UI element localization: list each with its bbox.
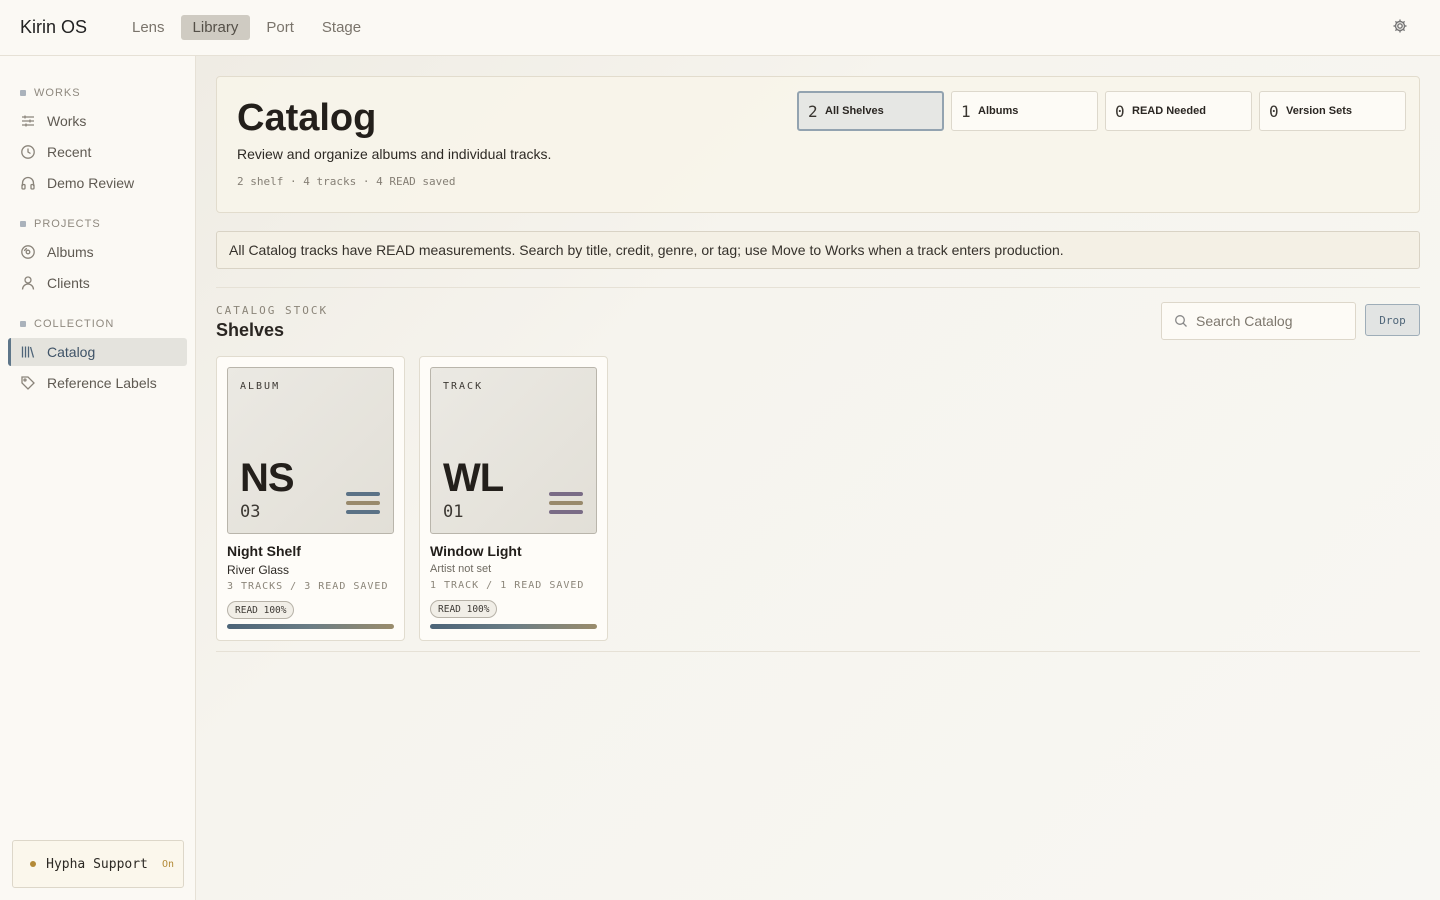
card-artist: Artist not set [430,563,492,575]
card-initials: WL [443,456,504,500]
tab-library[interactable]: Library [180,15,251,40]
support-label: Hypha Support [46,856,148,872]
user-icon [20,275,36,291]
top-nav: Lens Library Port Stage [120,15,373,40]
section-projects: PROJECTS [20,218,101,230]
stat-filters: 2 All Shelves 1 Albums 0 READ Needed 0 V… [797,91,1406,131]
sliders-icon [20,113,36,129]
card-initials: NS [240,456,295,500]
shelf-card-window-light[interactable]: TRACK WL 01 Window Light Artist not set … [419,356,608,641]
info-notice: All Catalog tracks have READ measurement… [216,231,1420,269]
card-index: 03 [240,502,261,522]
search-icon [1174,314,1188,328]
tag-icon [20,375,36,391]
app-title: Kirin OS [20,17,88,37]
filter-albums[interactable]: 1 Albums [951,91,1098,131]
main-content: Catalog Review and organize albums and i… [196,56,1440,900]
card-title: Window Light [430,543,522,559]
sidebar-item-label: Recent [47,144,92,160]
section-dot [20,90,26,96]
catalog-summary: 2 shelf · 4 tracks · 4 READ saved [237,175,456,188]
tab-stage[interactable]: Stage [310,15,373,40]
tab-port[interactable]: Port [254,15,306,40]
gear-icon[interactable] [1392,18,1408,34]
card-kind: TRACK [443,381,484,392]
tab-lens[interactable]: Lens [120,15,177,40]
search-box[interactable] [1161,302,1356,340]
stat-label: READ Needed [1132,105,1206,117]
search-input[interactable] [1196,313,1346,329]
section-eyebrow: CATALOG STOCK [216,304,329,317]
section-title: COLLECTION [34,318,115,330]
catalog-header: Catalog Review and organize albums and i… [216,76,1420,213]
status-dot [30,861,36,867]
sidebar-item-label: Demo Review [47,175,135,191]
bars-icon [549,492,583,519]
sidebar-item-label: Works [47,113,87,129]
sidebar-item-demo-review[interactable]: Demo Review [8,169,187,197]
sidebar-item-label: Reference Labels [47,375,157,391]
section-title: Shelves [216,320,285,340]
sidebar-item-works[interactable]: Works [8,107,187,135]
divider [216,287,1420,288]
stat-count: 2 [808,101,818,121]
read-progress-bar [227,624,394,629]
section-dot [20,321,26,327]
filter-version-sets[interactable]: 0 Version Sets [1259,91,1406,131]
section-dot [20,221,26,227]
read-badge: READ 100% [227,601,295,619]
stat-label: Albums [978,105,1019,117]
page-title: Catalog [237,97,377,139]
sidebar: WORKS Works Recent Demo Review PROJECTS … [0,56,196,900]
section-title: WORKS [34,87,81,99]
section-title: PROJECTS [34,218,101,230]
stat-count: 0 [1269,101,1279,121]
disc-icon [20,244,36,260]
filter-all-shelves[interactable]: 2 All Shelves [797,91,944,131]
top-bar: Kirin OS Lens Library Port Stage [0,0,1440,56]
stat-label: Version Sets [1286,105,1353,117]
sidebar-item-recent[interactable]: Recent [8,138,187,166]
cover-art: TRACK WL 01 [430,367,597,534]
sidebar-item-catalog[interactable]: Catalog [8,338,187,366]
cover-art: ALBUM NS 03 [227,367,394,534]
read-progress-bar [430,624,597,629]
read-badge: READ 100% [430,600,498,618]
sidebar-item-label: Clients [47,275,90,291]
divider [216,651,1420,652]
card-counts: 1 TRACK / 1 READ SAVED [430,580,585,591]
sidebar-item-label: Catalog [47,344,96,360]
sidebar-item-label: Albums [47,244,94,260]
filter-read-needed[interactable]: 0 READ Needed [1105,91,1252,131]
stat-count: 1 [961,101,971,121]
card-index: 01 [443,502,464,522]
card-title: Night Shelf [227,543,301,559]
support-state: On [162,858,175,870]
headphones-icon [20,175,36,191]
section-works: WORKS [20,87,81,99]
shelf-card-night-shelf[interactable]: ALBUM NS 03 Night Shelf River Glass 3 TR… [216,356,405,641]
sidebar-item-clients[interactable]: Clients [8,269,187,297]
library-icon [20,344,36,360]
card-artist: River Glass [227,563,290,577]
stat-label: All Shelves [825,105,884,117]
drop-button[interactable]: Drop [1365,304,1420,336]
sidebar-item-reference-labels[interactable]: Reference Labels [8,369,187,397]
bars-icon [346,492,380,519]
card-counts: 3 TRACKS / 3 READ SAVED [227,581,389,592]
sidebar-item-albums[interactable]: Albums [8,238,187,266]
section-collection: COLLECTION [20,318,114,330]
card-kind: ALBUM [240,381,281,392]
support-toggle[interactable]: Hypha Support On [12,840,184,888]
stat-count: 0 [1115,101,1125,121]
clock-icon [20,144,36,160]
page-subtitle: Review and organize albums and individua… [237,146,552,162]
